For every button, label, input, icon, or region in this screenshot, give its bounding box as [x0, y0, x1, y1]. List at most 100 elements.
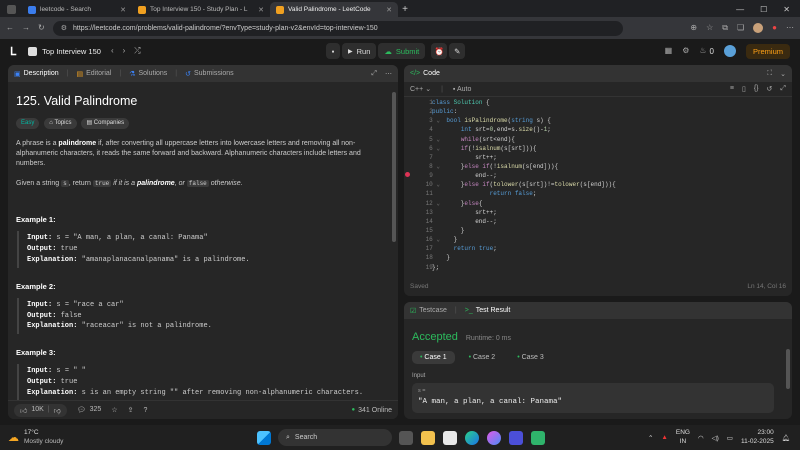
browser-notification-icon[interactable]: ● — [772, 24, 777, 32]
code-editor[interactable]: 1 2 3 ⌄ 4 5 ⌄ 6 ⌄ 7 8 ⌄ 9 10 ⌄ 11 12 ⌄ 13 14 1… — [404, 97, 792, 279]
notification-icon[interactable]: ▲ — [661, 434, 667, 441]
pass-dot-icon: • — [420, 354, 423, 361]
notification-bell-icon[interactable]: 🔔︎ — [782, 434, 790, 442]
study-plan-link[interactable]: Top Interview 150 — [28, 46, 101, 56]
user-avatar[interactable] — [723, 45, 736, 57]
expand-panel-icon[interactable]: ⤢ — [371, 70, 377, 78]
share-icon[interactable]: ⇪ — [128, 406, 134, 414]
expand-icon[interactable]: ⤢ — [780, 85, 786, 93]
layout-icon[interactable]: ▦ — [665, 47, 673, 55]
difficulty-badge[interactable]: Easy — [16, 118, 40, 129]
close-tab-icon[interactable]: ✕ — [386, 6, 392, 14]
close-tab-icon[interactable]: ✕ — [120, 6, 126, 14]
companies-button[interactable]: ▤ Companies — [81, 118, 130, 129]
panel-menu-icon[interactable]: ⋯ — [385, 70, 392, 78]
streak-count: 0 — [709, 46, 714, 56]
profile-avatar[interactable] — [753, 23, 764, 33]
leetcode-logo-icon[interactable]: ᒪ — [10, 45, 16, 58]
bing-favicon-icon — [28, 5, 36, 14]
example-key: Explanation: — [27, 322, 78, 331]
language-indicator[interactable]: ENG IN — [676, 429, 690, 445]
close-tab-icon[interactable]: ✕ — [258, 6, 264, 14]
back-icon[interactable]: ← — [6, 24, 14, 32]
reset-icon[interactable]: ↺ — [767, 85, 773, 93]
favorites-icon[interactable]: ❏ — [737, 24, 744, 32]
case-label: Case 2 — [473, 354, 496, 361]
case-2-tab[interactable]: • Case 2 — [461, 351, 504, 364]
debug-button[interactable]: ▪ — [326, 43, 340, 59]
prev-problem-icon[interactable]: ‹ — [111, 47, 114, 55]
close-window-icon[interactable]: ✕ — [783, 5, 790, 14]
tab-editorial[interactable]: ▤ Editorial — [76, 70, 111, 78]
scrollbar[interactable] — [786, 349, 790, 389]
copilot-icon[interactable] — [487, 430, 501, 445]
braces-icon[interactable]: {} — [754, 85, 759, 93]
tab-test-result[interactable]: >_ Test Result — [465, 307, 511, 314]
clock[interactable]: 23:00 11-02-2025 — [741, 429, 774, 445]
scrollbar[interactable] — [392, 92, 396, 242]
menu-more-icon[interactable]: ⋯ — [786, 24, 794, 32]
auto-mode[interactable]: ▪ Auto — [453, 86, 471, 93]
tag-icon: ⌂ — [49, 120, 53, 127]
comments-button[interactable]: 💬︎ 325 — [77, 406, 102, 414]
taskbar-search[interactable]: ⌕ Search — [278, 429, 392, 446]
maximize-icon[interactable]: ☐ — [760, 5, 767, 14]
result-body: Accepted Runtime: 0 ms • Case 1 • Case 2… — [404, 319, 792, 413]
breakpoint-icon[interactable] — [405, 172, 410, 177]
tab-submissions[interactable]: ↺ Submissions — [185, 70, 234, 78]
topics-button[interactable]: ⌂ Topics — [44, 118, 77, 129]
next-problem-icon[interactable]: › — [123, 47, 126, 55]
case-1-tab[interactable]: • Case 1 — [412, 351, 455, 364]
example-value: s = "race a car" — [56, 300, 124, 309]
like-button[interactable]: 👍︎ 10K | 👎︎ — [14, 403, 67, 417]
bookmark-star-icon[interactable]: ☆ — [706, 24, 713, 32]
thumbs-down-icon[interactable]: 👎︎ — [54, 406, 61, 415]
visual-studio-icon[interactable] — [509, 430, 523, 445]
tab-solutions[interactable]: ⚗ Solutions — [129, 70, 167, 78]
inline-code: s — [61, 180, 69, 188]
streak-counter[interactable]: ♨ 0 — [699, 47, 714, 56]
file-explorer-icon[interactable] — [421, 430, 435, 445]
favorite-star-icon[interactable]: ☆ — [111, 406, 117, 414]
url-field[interactable]: ⚙ https://leetcode.com/problems/valid-pa… — [52, 20, 623, 36]
book-icon: ▤ — [76, 70, 84, 78]
tab-actions-icon[interactable] — [0, 2, 22, 17]
language-select[interactable]: C++ ⌄ — [410, 85, 431, 93]
volume-icon[interactable]: ◁) — [712, 434, 719, 442]
case-3-tab[interactable]: • Case 3 — [509, 351, 552, 364]
minimize-panel-icon[interactable]: ⌄ — [780, 70, 786, 78]
bookmark-icon[interactable]: ▯ — [742, 85, 746, 93]
shuffle-icon[interactable]: ⤮ — [134, 47, 140, 55]
zoom-icon[interactable]: ⊕ — [690, 24, 697, 32]
wifi-icon[interactable]: ◠ — [698, 434, 704, 442]
start-icon[interactable] — [257, 430, 271, 445]
notes-icon[interactable]: ≡ — [730, 85, 734, 93]
battery-icon[interactable]: ▭ — [727, 434, 733, 442]
browser-tab-1[interactable]: leetcode - Search ✕ — [22, 2, 132, 17]
browser-tab-2[interactable]: Top Interview 150 - Study Plan - L ✕ — [132, 2, 270, 17]
forward-icon[interactable]: → — [22, 24, 30, 32]
code-tab[interactable]: </> Code — [410, 70, 440, 77]
reload-icon[interactable]: ↻ — [38, 24, 45, 32]
edge-icon[interactable] — [465, 430, 479, 445]
store-icon[interactable] — [531, 430, 545, 445]
site-info-icon[interactable]: ⚙ — [61, 25, 67, 32]
task-view-icon[interactable] — [399, 430, 413, 445]
notes-button[interactable]: ✎ — [449, 43, 466, 59]
settings-icon[interactable]: ⚙ — [682, 47, 689, 55]
new-tab-icon[interactable]: + — [398, 2, 412, 17]
notepad-icon[interactable] — [443, 430, 457, 445]
browser-tab-3-active[interactable]: Valid Palindrome - LeetCode ✕ — [270, 2, 398, 17]
premium-button[interactable]: Premium — [745, 43, 790, 59]
help-icon[interactable]: ? — [143, 407, 147, 414]
extensions-icon[interactable]: ⧉ — [722, 24, 728, 32]
minimize-icon[interactable]: — — [736, 5, 744, 14]
show-hidden-icons[interactable]: ⌃ — [648, 434, 653, 442]
submit-button[interactable]: ☁ Submit — [378, 43, 426, 59]
weather-widget[interactable]: ☁ 17°C Mostly cloudy — [0, 429, 120, 445]
tab-description[interactable]: ▣ Description — [14, 70, 59, 78]
run-button[interactable]: ▶ Run — [342, 43, 377, 59]
fullscreen-icon[interactable]: ⛶ — [767, 70, 772, 78]
tab-testcase[interactable]: ☑ Testcase — [410, 307, 447, 315]
timer-button[interactable]: ⏰ — [431, 43, 448, 59]
